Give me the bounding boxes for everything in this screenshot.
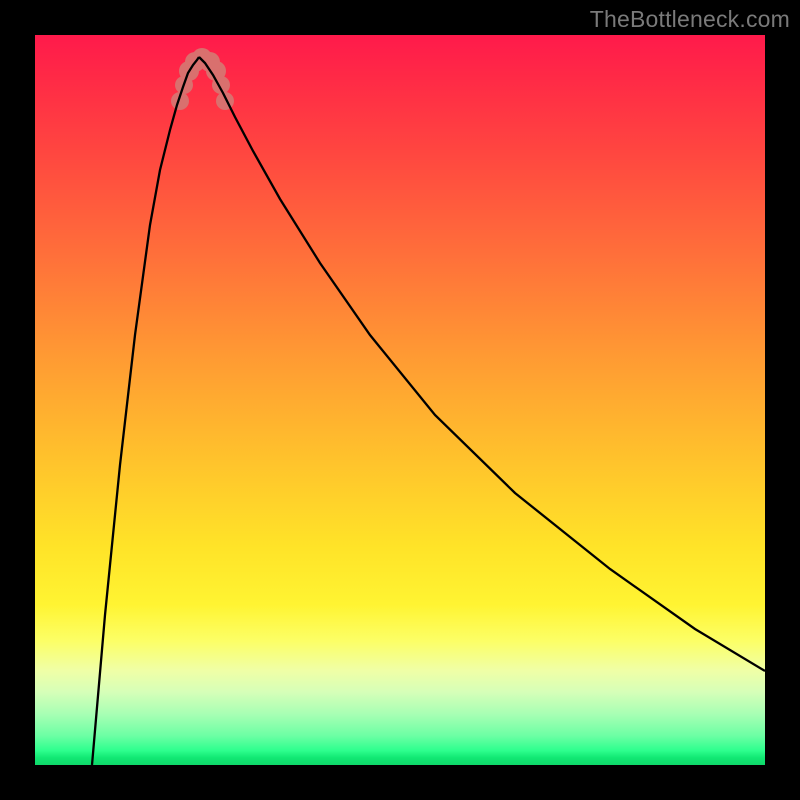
curve-left-branch — [92, 57, 199, 765]
chart-frame: TheBottleneck.com — [0, 0, 800, 800]
plot-area — [35, 35, 765, 765]
watermark-text: TheBottleneck.com — [590, 6, 790, 33]
chart-svg — [35, 35, 765, 765]
curve-right-branch — [199, 57, 765, 671]
valley-dots-layer — [171, 48, 234, 110]
